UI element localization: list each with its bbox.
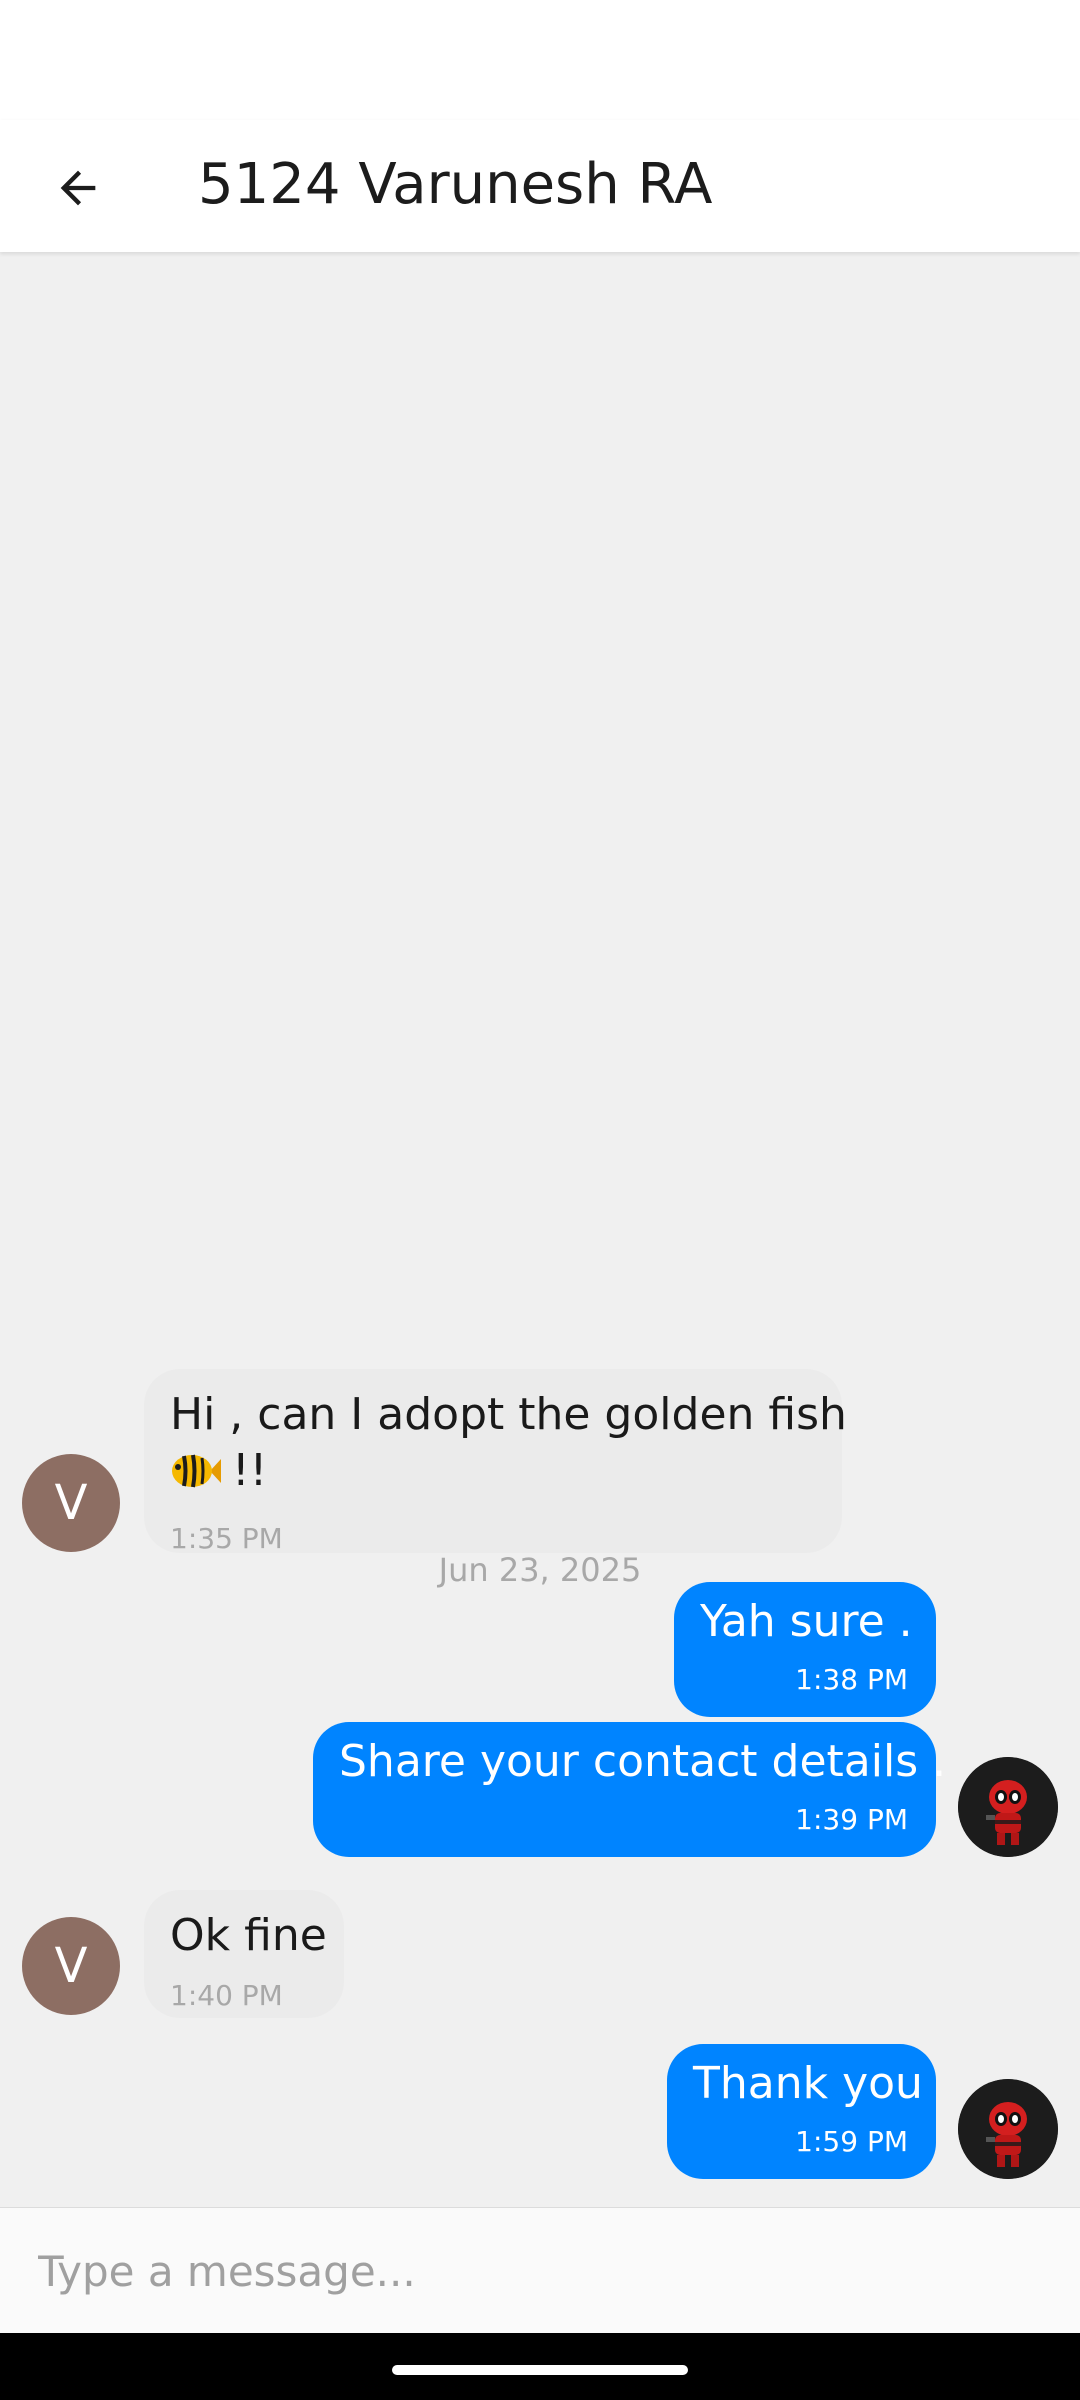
message-text-suffix: !! — [232, 1445, 268, 1496]
message-bubble-incoming[interactable]: Ok fine 1:40 PM — [144, 1890, 344, 2018]
page-title: 5124 Varunesh RA — [198, 152, 713, 217]
system-nav-bar — [0, 2333, 1080, 2400]
contact-avatar[interactable]: V — [22, 1454, 120, 1552]
my-avatar[interactable] — [958, 2079, 1058, 2179]
arrow-left-icon — [52, 162, 104, 218]
message-bubble-outgoing[interactable]: Yah sure . 1:38 PM — [674, 1582, 936, 1717]
message-time: 1:39 PM — [795, 1803, 908, 1836]
contact-avatar[interactable]: V — [22, 1917, 120, 2015]
message-text-line2: !! — [170, 1443, 816, 1507]
tropical-fish-icon — [170, 1449, 222, 1507]
message-bubble-outgoing[interactable]: Thank you 1:59 PM — [667, 2044, 936, 2179]
message-input[interactable] — [38, 2233, 1038, 2309]
message-text: Ok fine — [170, 1910, 327, 1961]
message-time: 1:40 PM — [170, 1979, 283, 2012]
message-time: 1:59 PM — [795, 2125, 908, 2158]
message-text: Share your contact details . — [339, 1736, 947, 1787]
status-bar — [0, 0, 1080, 120]
message-text: Hi , can I adopt the golden fish — [170, 1389, 847, 1440]
back-button[interactable] — [30, 142, 126, 238]
message-text: Yah sure . — [700, 1596, 913, 1647]
message-time: 1:35 PM — [170, 1522, 283, 1555]
deadpool-avatar-icon — [958, 2079, 1058, 2179]
message-bubble-incoming[interactable]: Hi , can I adopt the golden fish !! 1:35… — [144, 1369, 847, 1555]
message-bubble-outgoing[interactable]: Share your contact details . 1:39 PM — [313, 1722, 947, 1857]
message-time: 1:38 PM — [795, 1663, 908, 1696]
deadpool-avatar-icon — [958, 1757, 1058, 1857]
composer-bar — [0, 2207, 1080, 2333]
message-text: Thank you — [693, 2058, 923, 2109]
chat-area[interactable]: Jun 23, 2025 V Hi , can I adopt the gold… — [0, 252, 1080, 2207]
home-indicator[interactable] — [392, 2365, 688, 2375]
my-avatar[interactable] — [958, 1757, 1058, 1857]
app-bar: 5124 Varunesh RA — [0, 120, 1080, 252]
